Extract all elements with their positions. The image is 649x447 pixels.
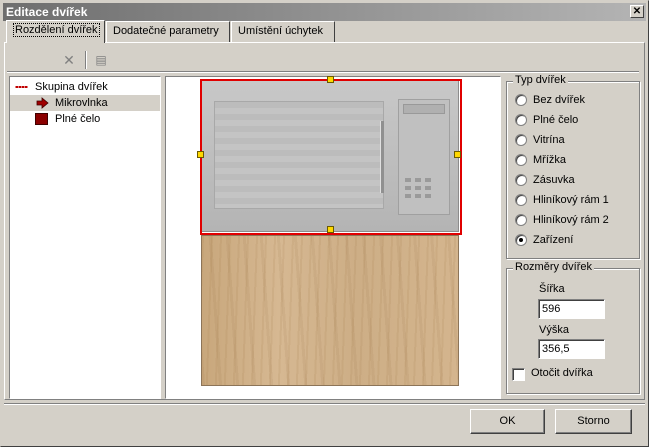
door-group-icon [15, 81, 28, 93]
rotate-door-label: Otočit dvířka [531, 367, 593, 379]
dimensions-legend: Rozměry dvířek [513, 261, 595, 273]
microwave-door[interactable] [197, 76, 462, 235]
tree-item-label: Skupina dvířek [35, 81, 108, 93]
tab-handle-placement[interactable]: Umístění úchytek [231, 21, 335, 42]
delete-button[interactable]: ✕ [59, 51, 79, 69]
ok-button[interactable]: OK [470, 409, 545, 434]
radio-aluminium-frame-2-label: Hliníkový rám 2 [533, 214, 609, 226]
door-tree-view[interactable]: Skupina dvířek Mikrovlnka Plné čelo [9, 76, 161, 399]
solid-front-swatch-icon [35, 113, 48, 125]
rotate-door-checkbox[interactable] [512, 368, 525, 381]
door-type-group: Typ dvířek Bez dvířek Plné čelo Vitrína … [506, 74, 640, 259]
resize-handle-right[interactable] [454, 151, 461, 158]
radio-drawer-label: Zásuvka [533, 174, 575, 186]
dialog-window: Editace dvířek ✕ Rozdělení dvířek Dodate… [0, 0, 649, 447]
tab-door-split-label: Rozdělení dvířek [13, 23, 100, 37]
radio-aluminium-frame-1-label: Hliníkový rám 1 [533, 194, 609, 206]
properties-button[interactable]: ▤ [91, 51, 111, 69]
radio-showcase-circle[interactable] [515, 134, 527, 146]
tree-item-label: Plné čelo [55, 113, 101, 125]
selection-frame [200, 79, 462, 235]
close-button[interactable]: ✕ [630, 5, 644, 18]
wood-front-panel[interactable] [201, 235, 459, 386]
title-bar[interactable]: Editace dvířek ✕ [3, 3, 646, 21]
arrow-right-icon [36, 97, 49, 109]
radio-no-door-circle[interactable] [515, 94, 527, 106]
delete-x-icon: ✕ [63, 52, 75, 68]
height-input[interactable] [538, 339, 605, 359]
tree-item-microwave[interactable]: Mikrovlnka [10, 95, 160, 111]
tree-item-label: Mikrovlnka [55, 97, 108, 109]
radio-solid-front-circle[interactable] [515, 114, 527, 126]
door-preview[interactable] [165, 76, 501, 399]
tree-item-solid-front[interactable]: Plné čelo [10, 111, 160, 127]
radio-no-door-label: Bez dvířek [533, 94, 585, 106]
close-icon: ✕ [632, 6, 642, 17]
cabinet-drawing [197, 76, 462, 386]
door-type-legend: Typ dvířek [513, 74, 568, 86]
width-label: Šířka [539, 283, 565, 295]
cancel-button[interactable]: Storno [555, 409, 632, 434]
radio-drawer-circle[interactable] [515, 174, 527, 186]
radio-aluminium-frame-2-circle[interactable] [515, 214, 527, 226]
toolbar-divider [7, 71, 639, 73]
tree-item-door-group[interactable]: Skupina dvířek [10, 79, 160, 95]
resize-handle-bottom[interactable] [327, 226, 334, 233]
dimensions-group: Rozměry dvířek Šířka Výška Otočit dvířka [506, 261, 640, 394]
tab-handle-placement-label: Umístění úchytek [238, 25, 323, 37]
radio-grid-label: Mřížka [533, 154, 566, 166]
tab-additional-params[interactable]: Dodatečné parametry [106, 21, 230, 42]
resize-handle-left[interactable] [197, 151, 204, 158]
width-input[interactable] [538, 299, 605, 319]
radio-showcase-label: Vitrína [533, 134, 565, 146]
properties-icon: ▤ [95, 53, 107, 67]
radio-solid-front-label: Plné čelo [533, 114, 579, 126]
radio-aluminium-frame-1-circle[interactable] [515, 194, 527, 206]
tab-door-split[interactable]: Rozdělení dvířek [6, 20, 105, 43]
radio-appliance-circle[interactable] [515, 234, 527, 246]
tab-additional-params-label: Dodatečné parametry [113, 25, 219, 37]
resize-handle-top[interactable] [327, 76, 334, 83]
window-title: Editace dvířek [6, 5, 88, 19]
height-label: Výška [539, 324, 569, 336]
toolbar-separator [85, 51, 87, 69]
toolbar: ✕ ▤ [7, 49, 639, 73]
radio-appliance-label: Zařízení [533, 234, 574, 246]
button-area-divider [4, 403, 645, 405]
radio-grid-circle[interactable] [515, 154, 527, 166]
